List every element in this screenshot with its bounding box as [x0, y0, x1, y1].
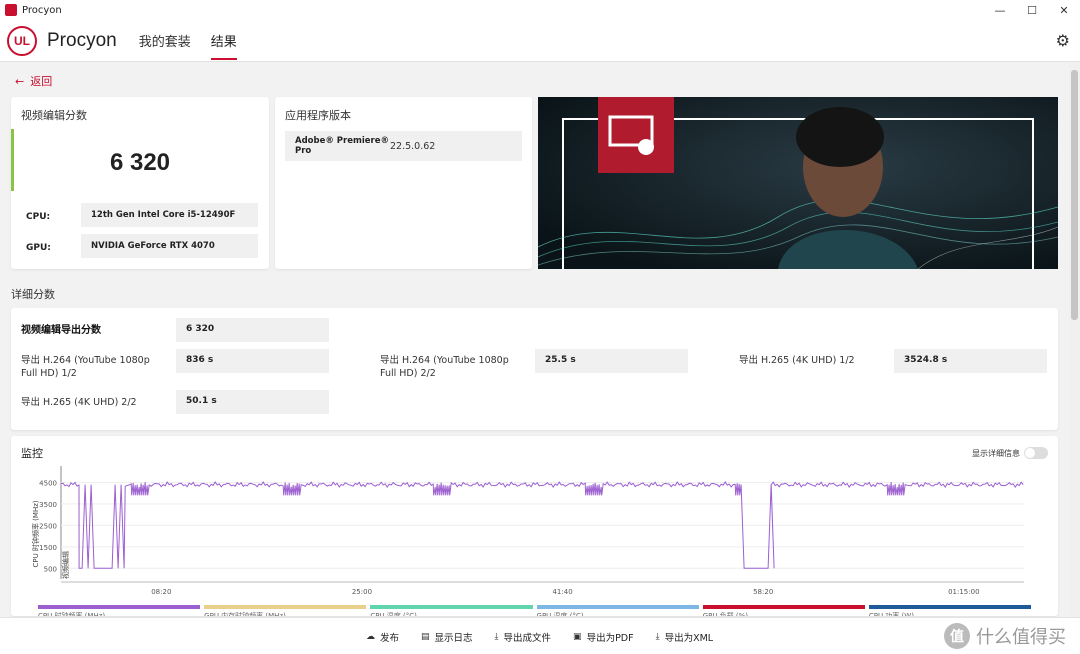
y-tick-label: 500 [44, 565, 57, 573]
chart-legend: CPU 时钟频率 (MHz) GPU 内存时钟频率 (MHz) CPU 温度 (°C… [38, 605, 1032, 616]
detail-item-label: 导出 H.265 (4K UHD) 2/2 [21, 397, 137, 408]
watermark-text: 什么值得买 [976, 627, 1066, 648]
publish-label: 发布 [380, 633, 400, 644]
tab-results[interactable]: 结果 [210, 20, 237, 62]
chart-annotation: 视频编辑 [61, 551, 70, 579]
y-axis-label: CPU 时钟频率 (MHz) [31, 500, 40, 567]
export-file-label: 导出成文件 [503, 633, 552, 644]
maximize-button[interactable]: ☐ [1016, 0, 1048, 20]
score-card-title: 视频编辑分数 [21, 109, 87, 122]
back-label: 返回 [30, 75, 53, 88]
download-icon: ⤓ [655, 632, 660, 642]
cpu-value: 12th Gen Intel Core i5-12490F [81, 203, 258, 227]
close-button[interactable]: ✕ [1048, 0, 1080, 20]
footer-bar: ☁ 发布 ▤ 显示日志 ⤓ 导出成文件 ▣ 导出为PDF ⤓ 导出为XML 值 … [0, 617, 1080, 654]
y-tick-label: 4500 [39, 479, 57, 487]
detail-main-label: 视频编辑导出分数 [21, 325, 101, 336]
y-tick-label: 1500 [39, 544, 57, 552]
x-tick-label: 41:40 [552, 588, 572, 596]
detail-main-value: 6 320 [176, 318, 329, 342]
detail-section-title: 详细分数 [11, 288, 55, 301]
gear-icon[interactable]: ⚙ [1056, 31, 1070, 50]
show-log-label: 显示日志 [434, 633, 473, 644]
x-tick-label: 25:00 [352, 588, 372, 596]
watermark: 值 什么值得买 [944, 623, 1066, 649]
legend-item[interactable]: CPU 温度 (°C) [370, 605, 533, 616]
detail-item-value: 836 s [176, 349, 329, 373]
export-pdf-label: 导出为PDF [586, 633, 634, 644]
gpu-label: GPU: [26, 243, 51, 253]
app-version-row: Adobe® Premiere® Pro 22.5.0.62 [285, 131, 522, 161]
score-value: 6 320 [109, 149, 171, 176]
arrow-left-icon: ← [15, 74, 25, 88]
tab-my-suites[interactable]: 我的套装 [139, 20, 191, 62]
detail-item-label: 导出 H.264 (YouTube 1080p Full HD) 2/2 [380, 355, 509, 379]
y-tick-label: 2500 [39, 522, 57, 530]
hero-image [538, 97, 1058, 269]
detail-item-value: 3524.8 s [894, 349, 1047, 373]
export-xml-button[interactable]: ⤓ 导出为XML [656, 630, 713, 644]
cpu-label: CPU: [26, 212, 51, 222]
document-icon: ▤ [421, 632, 430, 642]
gpu-value: NVIDIA GeForce RTX 4070 [81, 234, 258, 258]
ul-logo: UL [7, 25, 37, 56]
legend-item[interactable]: CPU 功率 (W) [868, 605, 1032, 616]
x-tick-label: 58:20 [753, 588, 773, 596]
window-titlebar: Procyon — ☐ ✕ [0, 0, 1080, 20]
minimize-button[interactable]: — [984, 0, 1016, 20]
x-tick-label: 08:20 [151, 588, 171, 596]
back-link[interactable]: ← 返回 [15, 73, 52, 89]
score-card: 视频编辑分数 6 320 CPU: 12th Gen Intel Core i5… [11, 97, 269, 269]
legend-item[interactable]: CPU 时钟频率 (MHz) [38, 605, 201, 616]
detail-scores-card: 视频编辑导出分数 6 320 导出 H.264 (YouTube 1080p F… [11, 308, 1058, 430]
pdf-icon: ▣ [573, 632, 582, 642]
show-log-button[interactable]: ▤ 显示日志 [421, 630, 473, 644]
export-xml-label: 导出为XML [664, 633, 714, 644]
publish-button[interactable]: ☁ 发布 [366, 630, 399, 644]
export-file-button[interactable]: ⤓ 导出成文件 [495, 630, 552, 644]
upload-icon: ☁ [366, 632, 375, 642]
legend-item[interactable]: GPU 内存时钟频率 (MHz) [204, 605, 367, 616]
legend-item[interactable]: GPU 负载 (%) [702, 605, 865, 616]
scrollbar-thumb[interactable] [1071, 70, 1078, 320]
page-scrollbar[interactable] [1069, 62, 1080, 617]
window-title: Procyon [22, 4, 62, 16]
download-icon: ⤓ [494, 632, 499, 642]
x-tick-label: 01:15:00 [948, 588, 979, 596]
monitor-card: 监控 显示详细信息 500 1500 2500 3500 4500 08:20 25:00 4… [11, 436, 1058, 616]
export-pdf-button[interactable]: ▣ 导出为PDF [573, 630, 634, 644]
monitor-chart: 500 1500 2500 3500 4500 08:20 25:00 41:40 58:20 0… [31, 466, 1024, 596]
detail-item-value: 50.1 s [176, 390, 329, 414]
app-name: Adobe® Premiere® Pro [295, 136, 389, 156]
brand-name: Procyon [47, 29, 117, 51]
app-icon [5, 4, 17, 16]
app-card-title: 应用程序版本 [285, 109, 351, 122]
watermark-logo: 值 [944, 623, 970, 649]
app-version: 22.5.0.62 [390, 140, 436, 152]
detail-item-label: 导出 H.265 (4K UHD) 1/2 [739, 355, 855, 366]
legend-item[interactable]: GPU 温度 (°C) [536, 605, 699, 616]
app-version-card: 应用程序版本 Adobe® Premiere® Pro 22.5.0.62 [275, 97, 532, 269]
detail-item-label: 导出 H.264 (YouTube 1080p Full HD) 1/2 [21, 355, 150, 379]
detail-item-value: 25.5 s [535, 349, 688, 373]
y-tick-label: 3500 [39, 501, 57, 509]
app-header: UL Procyon 我的套装 结果 ⚙ [0, 20, 1080, 62]
